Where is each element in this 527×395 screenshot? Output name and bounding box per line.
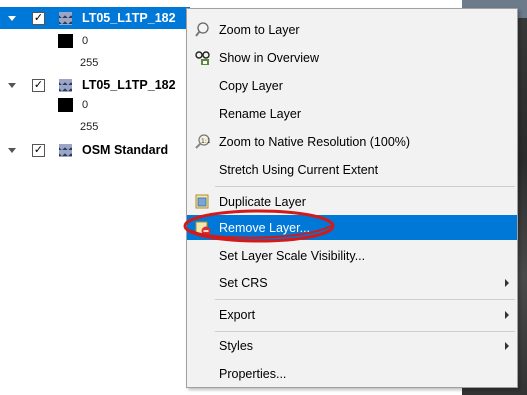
legend-max-value: 255 xyxy=(80,121,99,133)
raster-layer-icon xyxy=(59,78,72,92)
menu-item-label: Zoom to Native Resolution (100%) xyxy=(219,134,411,149)
menu-item-zoom-native-resolution[interactable]: 1:1 Zoom to Native Resolution (100%) xyxy=(187,129,517,154)
collapse-arrow-icon[interactable] xyxy=(8,82,16,88)
legend-min-value: 0 xyxy=(82,99,89,111)
menu-separator xyxy=(215,186,515,187)
raster-layer-icon xyxy=(59,143,72,157)
menu-item-label: Rename Layer xyxy=(219,106,301,121)
menu-item-label: Remove Layer... xyxy=(219,220,311,235)
menu-item-label: Set Layer Scale Visibility... xyxy=(219,248,366,263)
layer-row-lt05-2[interactable]: ✓ LT05_L1TP_182 xyxy=(0,74,190,96)
layer-context-menu: Zoom to Layer Show in Overview Copy Laye… xyxy=(186,8,518,388)
menu-item-export[interactable]: Export xyxy=(187,302,517,327)
menu-item-label: Show in Overview xyxy=(219,50,320,65)
layer-row-osm[interactable]: ✓ OSM Standard xyxy=(0,139,190,161)
submenu-arrow-icon xyxy=(505,341,509,350)
layer-name: LT05_L1TP_182 xyxy=(82,78,176,92)
layer-name: LT05_L1TP_182 xyxy=(82,11,176,25)
raster-layer-icon xyxy=(59,11,72,25)
menu-item-copy-layer[interactable]: Copy Layer xyxy=(187,73,517,98)
menu-separator xyxy=(215,299,515,300)
menu-item-set-crs[interactable]: Set CRS xyxy=(187,270,517,295)
menu-item-stretch-extent[interactable]: Stretch Using Current Extent xyxy=(187,157,517,182)
submenu-arrow-icon xyxy=(505,278,509,287)
menu-item-zoom-to-layer[interactable]: Zoom to Layer xyxy=(187,17,517,42)
overview-icon xyxy=(194,49,211,66)
duplicate-layer-icon xyxy=(194,193,211,210)
menu-item-label: Stretch Using Current Extent xyxy=(219,162,379,177)
legend-max-value: 255 xyxy=(80,57,99,69)
layer-visibility-checkbox[interactable]: ✓ xyxy=(32,78,45,92)
collapse-arrow-icon[interactable] xyxy=(8,15,16,21)
zoom-layer-icon xyxy=(194,21,211,38)
menu-separator xyxy=(215,331,515,332)
layer-visibility-checkbox[interactable]: ✓ xyxy=(32,143,45,157)
layer-name: OSM Standard xyxy=(82,143,169,157)
menu-item-styles[interactable]: Styles xyxy=(187,333,517,358)
layer-row-lt05-1[interactable]: ✓ LT05_L1TP_182 xyxy=(0,7,190,29)
menu-item-scale-visibility[interactable]: Set Layer Scale Visibility... xyxy=(187,243,517,268)
layer-visibility-checkbox[interactable]: ✓ xyxy=(32,11,45,25)
menu-item-label: Set CRS xyxy=(219,275,268,290)
legend-min-value: 0 xyxy=(82,35,89,47)
menu-item-label: Styles xyxy=(219,338,254,353)
menu-item-label: Properties... xyxy=(219,366,287,381)
menu-item-remove-layer[interactable]: Remove Layer... xyxy=(187,215,517,240)
remove-layer-icon xyxy=(194,219,211,236)
collapse-arrow-icon[interactable] xyxy=(8,147,16,153)
legend-black-swatch xyxy=(58,98,73,112)
menu-item-rename-layer[interactable]: Rename Layer xyxy=(187,101,517,126)
menu-item-label: Copy Layer xyxy=(219,78,283,93)
menu-item-label: Zoom to Layer xyxy=(219,22,300,37)
menu-item-label: Export xyxy=(219,307,256,322)
menu-item-label: Duplicate Layer xyxy=(219,194,306,209)
menu-item-properties[interactable]: Properties... xyxy=(187,361,517,386)
menu-item-duplicate-layer[interactable]: Duplicate Layer xyxy=(187,189,517,214)
native-resolution-icon: 1:1 xyxy=(194,133,211,150)
legend-black-swatch xyxy=(58,34,73,48)
menu-item-show-in-overview[interactable]: Show in Overview xyxy=(187,45,517,70)
svg-text:1:1: 1:1 xyxy=(201,138,211,145)
submenu-arrow-icon xyxy=(505,310,509,319)
